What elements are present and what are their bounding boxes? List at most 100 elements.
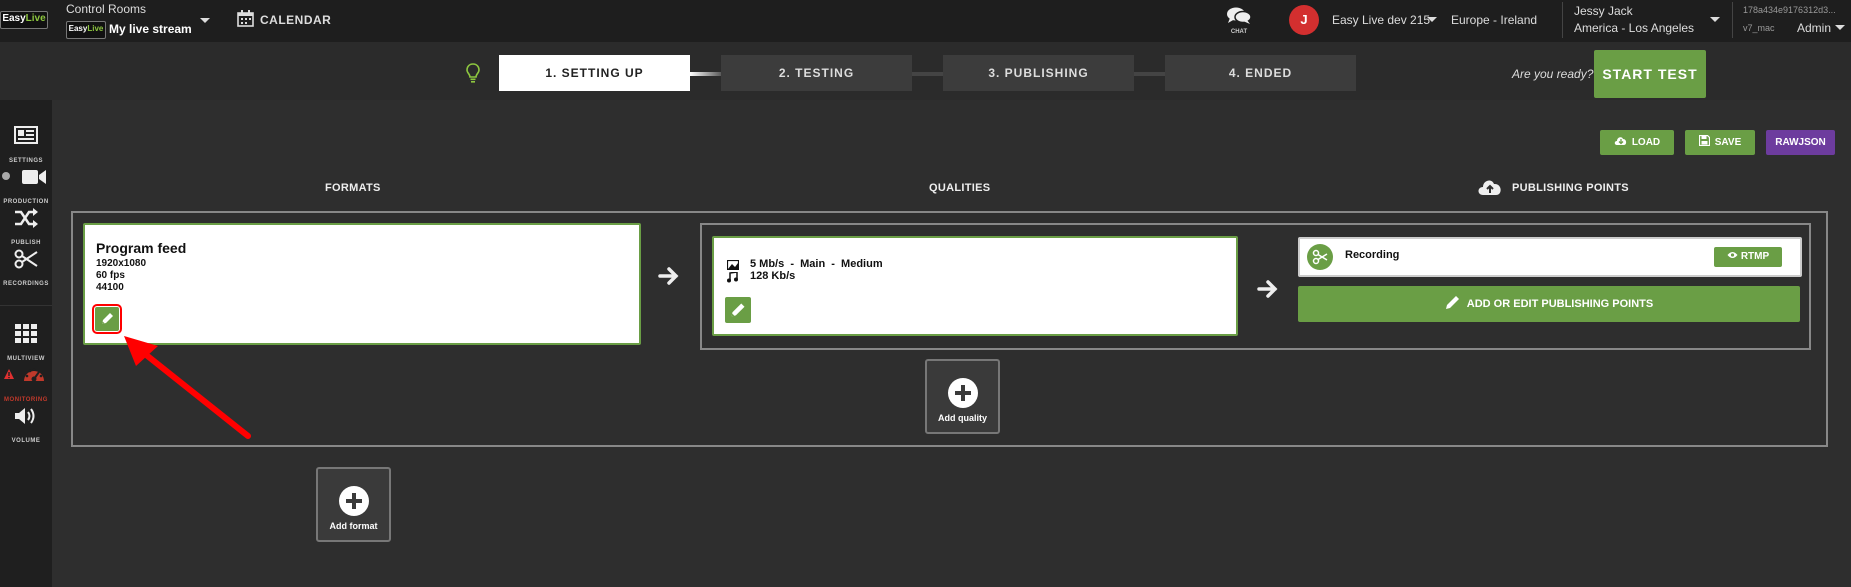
rawjson-button[interactable]: RAWJSON <box>1766 130 1835 155</box>
calendar-icon <box>237 10 254 27</box>
add-edit-label: ADD OR EDIT PUBLISHING POINTS <box>1466 298 1654 310</box>
video-camera-icon <box>22 170 46 184</box>
rtmp-badge[interactable]: RTMP <box>1714 247 1782 267</box>
grid-icon <box>15 324 37 343</box>
add-edit-publishing-points-button[interactable]: ADD OR EDIT PUBLISHING POINTS <box>1298 286 1800 322</box>
sidebar-item-label: MULTIVIEW <box>7 356 45 362</box>
step-connector <box>690 72 722 76</box>
ready-prompt: Are you ready? <box>1512 67 1594 81</box>
add-format-label: Add format <box>329 521 378 531</box>
sidebar-item-volume[interactable]: VOLUME <box>0 404 52 444</box>
session-id: 178a434e9176312d3... <box>1743 5 1836 15</box>
cloud-download-icon <box>1614 137 1626 145</box>
chat-icon <box>1227 7 1252 24</box>
format-audio-rate: 44100 <box>96 282 124 293</box>
rtmp-label: RTMP <box>1740 251 1770 262</box>
account-avatar[interactable]: J <box>1289 5 1319 35</box>
calendar-label: CALENDAR <box>260 13 332 27</box>
logo-live-text: Live <box>25 13 46 24</box>
user-timezone[interactable]: America - Los Angeles <box>1574 21 1694 35</box>
sidebar-item-settings[interactable]: SETTINGS <box>0 124 52 164</box>
stream-logo: EasyLive <box>66 21 106 39</box>
recording-icon-badge <box>1307 244 1333 270</box>
plus-icon <box>947 378 978 408</box>
client-label: v7_mac <box>1743 23 1775 33</box>
chat-button[interactable]: CHAT <box>1224 6 1254 38</box>
stream-name[interactable]: My live stream <box>109 22 192 36</box>
step-publishing[interactable]: 3. PUBLISHING <box>943 55 1134 91</box>
quality-audio: 128 Kb/s <box>750 270 796 282</box>
quality-video: 5 Mb/s - Main - Medium <box>750 258 883 270</box>
format-fps: 60 fps <box>96 270 125 281</box>
sidebar-item-production[interactable]: PRODUCTION <box>0 165 52 205</box>
save-icon <box>1698 134 1710 147</box>
music-icon <box>727 272 738 283</box>
publishing-point-card[interactable]: Recording RTMP <box>1298 237 1802 277</box>
annotation-arrow <box>124 336 251 439</box>
logo-live-text: Live <box>87 24 104 33</box>
add-quality-label: Add quality <box>938 413 987 423</box>
pencil-icon <box>102 313 113 324</box>
logo-text: Easy <box>68 24 88 33</box>
app-logo[interactable]: EasyLive <box>0 11 48 29</box>
role-selector[interactable]: Admin <box>1797 21 1831 35</box>
load-button[interactable]: LOAD <box>1600 130 1674 155</box>
scissors-icon <box>1312 249 1328 265</box>
divider <box>1732 2 1733 38</box>
sidebar-item-label: SETTINGS <box>8 158 43 164</box>
add-format-button[interactable]: Add format <box>316 467 391 542</box>
pencil-icon <box>731 303 745 317</box>
lightbulb-icon <box>466 63 480 83</box>
region-label[interactable]: Europe - Ireland <box>1451 13 1537 27</box>
arrow-right-icon <box>1257 280 1278 298</box>
step-connector <box>1134 72 1166 76</box>
publishing-point-name: Recording <box>1345 249 1400 261</box>
image-icon <box>727 260 739 270</box>
shuffle-icon <box>15 208 38 228</box>
edit-quality-button[interactable] <box>725 297 751 323</box>
user-dropdown-icon[interactable] <box>1710 17 1720 22</box>
format-resolution: 1920x1080 <box>96 258 147 269</box>
sidebar: SETTINGS PRODUCTION PUBLISH RECORDINGS M… <box>0 100 52 587</box>
settings-icon <box>14 126 38 144</box>
sidebar-item-multiview[interactable]: MULTIVIEW <box>0 322 52 362</box>
save-button[interactable]: SAVE <box>1685 130 1755 155</box>
format-card[interactable]: Program feed 1920x1080 60 fps 44100 <box>83 223 641 345</box>
step-setting-up[interactable]: 1. SETTING UP <box>499 55 690 91</box>
arrow-right-icon <box>658 267 679 285</box>
sidebar-divider <box>0 305 52 306</box>
load-label: LOAD <box>1631 137 1661 148</box>
step-connector <box>912 72 944 76</box>
sidebar-item-recordings[interactable]: RECORDINGS <box>0 247 52 287</box>
cloud-upload-icon <box>1478 180 1501 195</box>
formats-header: FORMATS <box>325 182 381 194</box>
volume-icon <box>15 408 35 424</box>
sidebar-item-label: PRODUCTION <box>3 199 49 205</box>
role-dropdown-icon[interactable] <box>1835 25 1845 30</box>
edit-format-button[interactable] <box>92 304 122 334</box>
divider <box>1562 2 1563 38</box>
plus-icon <box>338 486 369 516</box>
sidebar-item-monitoring[interactable]: MONITORING <box>0 363 52 403</box>
save-label: SAVE <box>1714 137 1742 148</box>
start-test-button[interactable]: START TEST <box>1594 50 1706 98</box>
stream-dropdown-icon[interactable] <box>200 18 210 23</box>
user-name[interactable]: Jessy Jack <box>1574 4 1633 18</box>
control-rooms-label[interactable]: Control Rooms <box>66 2 146 16</box>
sidebar-item-publish[interactable]: PUBLISH <box>0 206 52 246</box>
top-bar: EasyLive Control Rooms EasyLive My live … <box>0 0 1851 42</box>
dashboard-icon <box>24 368 44 382</box>
pencil-icon <box>1445 296 1459 309</box>
sidebar-item-label: MONITORING <box>4 397 48 403</box>
calendar-link[interactable]: CALENDAR <box>237 10 331 30</box>
add-quality-button[interactable]: Add quality <box>925 359 1000 434</box>
account-selector[interactable]: Easy Live dev 215 <box>1332 13 1430 27</box>
step-ended[interactable]: 4. ENDED <box>1165 55 1356 91</box>
step-testing[interactable]: 2. TESTING <box>721 55 912 91</box>
format-title: Program feed <box>96 240 187 256</box>
account-dropdown-icon[interactable] <box>1427 17 1437 22</box>
sidebar-item-label: VOLUME <box>11 438 41 444</box>
warning-icon <box>4 369 14 379</box>
quality-card[interactable]: 5 Mb/s - Main - Medium 128 Kb/s <box>712 236 1238 336</box>
chat-label: CHAT <box>1230 29 1248 35</box>
